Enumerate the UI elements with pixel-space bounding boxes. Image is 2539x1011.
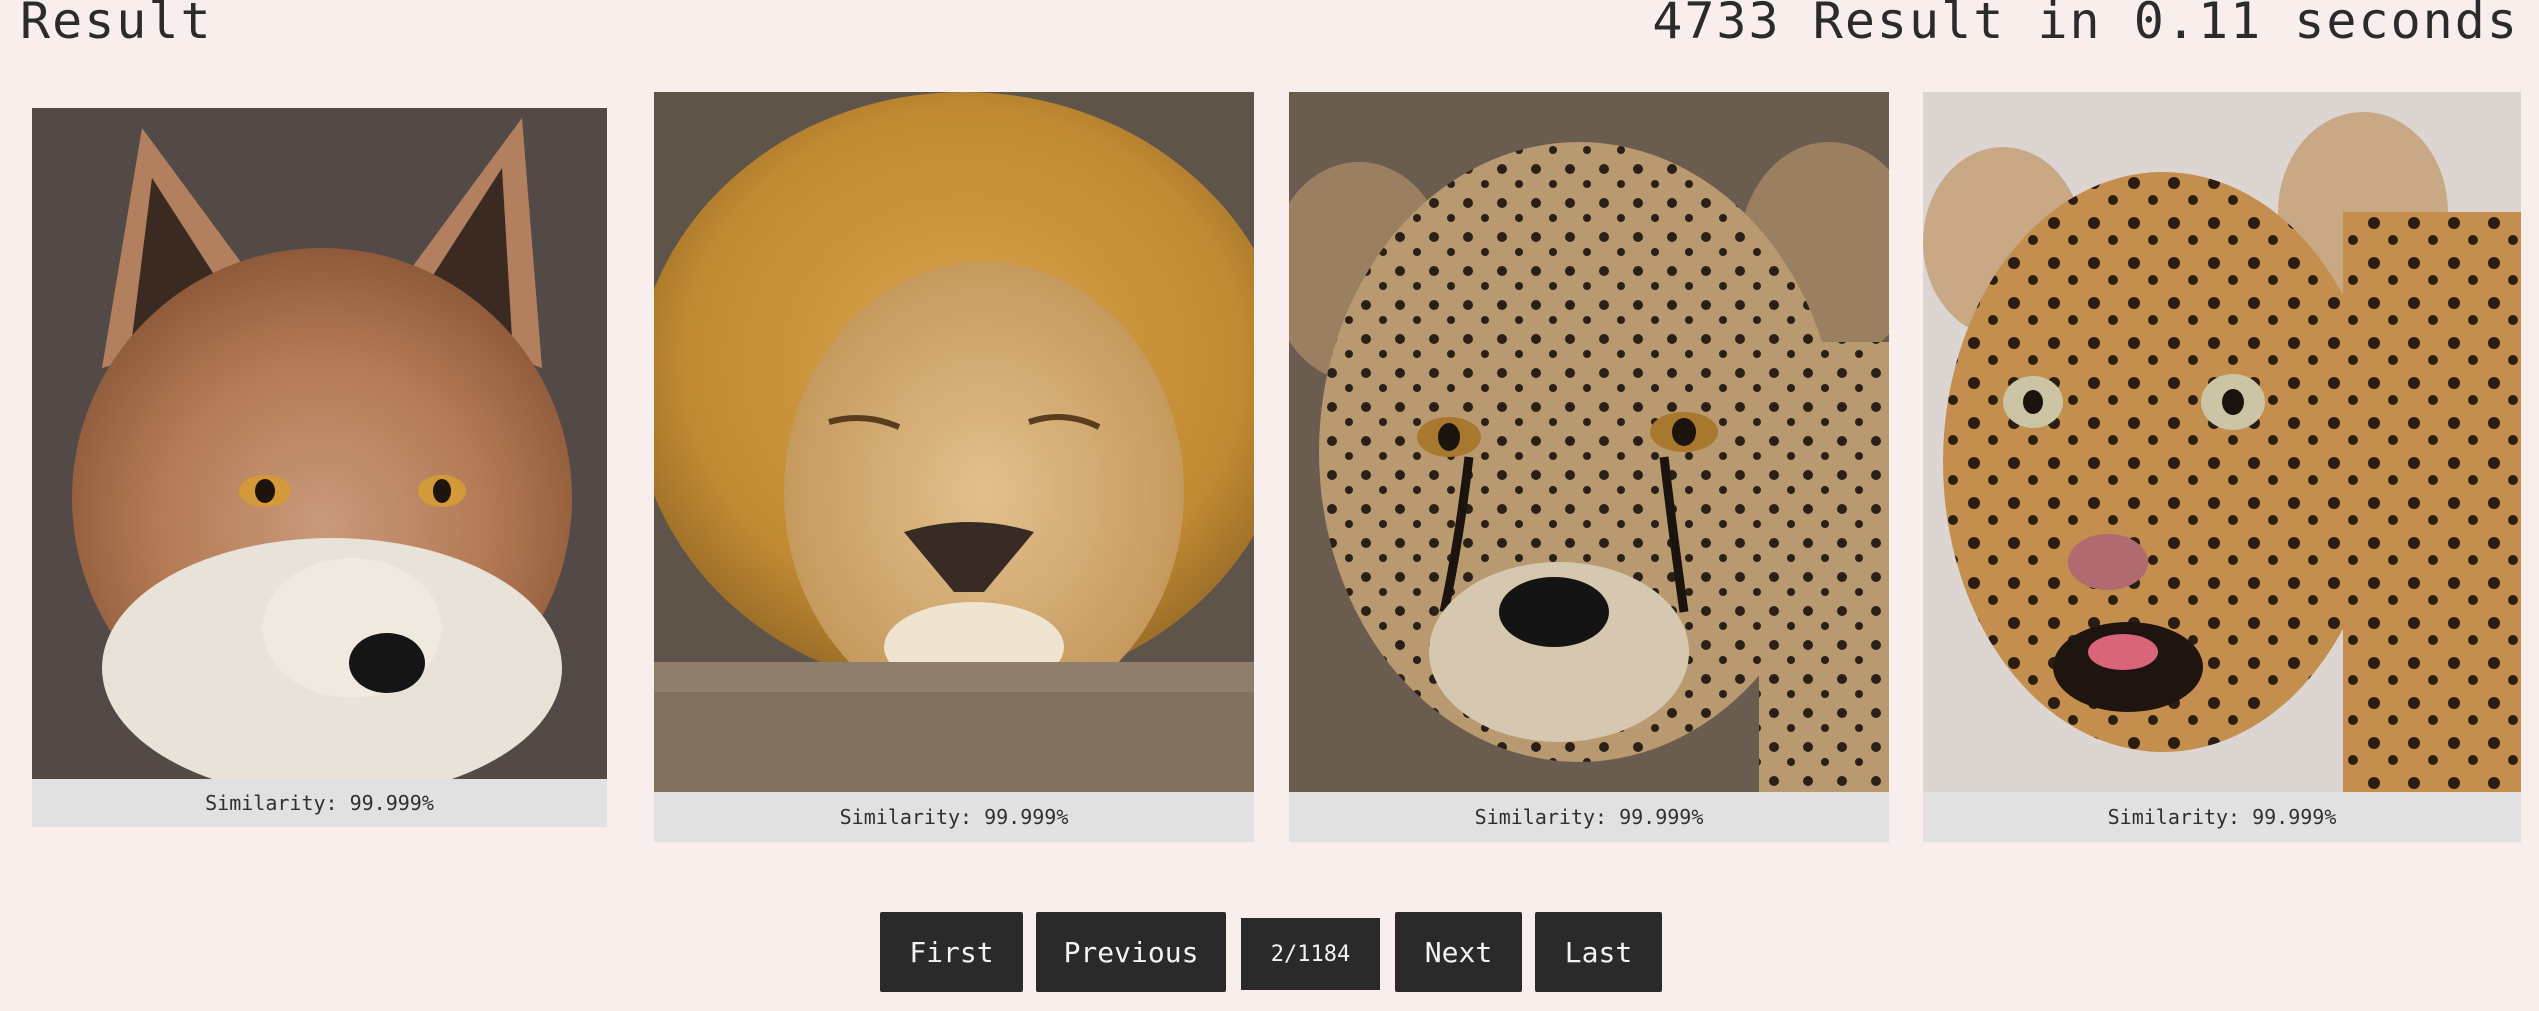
page-indicator: 2/1184 (1241, 918, 1380, 990)
first-page-button[interactable]: First (880, 912, 1023, 992)
cheetah-image[interactable] (1289, 92, 1889, 792)
previous-page-button[interactable]: Previous (1036, 912, 1226, 992)
similarity-caption: Similarity: 99.999% (32, 779, 607, 827)
next-page-button[interactable]: Next (1395, 912, 1522, 992)
page-title: Result (20, 0, 213, 50)
result-stats: 4733 Result in 0.11 seconds (1652, 0, 2519, 50)
result-card[interactable]: Similarity: 99.999% (1923, 92, 2521, 842)
lion-image[interactable] (654, 92, 1254, 792)
leopard-image[interactable] (1923, 92, 2521, 792)
result-card[interactable]: Similarity: 99.999% (32, 108, 607, 827)
similarity-caption: Similarity: 99.999% (1923, 792, 2521, 842)
fox-image[interactable] (32, 108, 607, 779)
last-page-button[interactable]: Last (1535, 912, 1662, 992)
results-page: Result 4733 Result in 0.11 seconds Simil… (0, 0, 2539, 1011)
result-card[interactable]: Similarity: 99.999% (654, 92, 1254, 842)
pagination: First Previous 2/1184 Next Last (0, 912, 2539, 992)
similarity-caption: Similarity: 99.999% (654, 792, 1254, 842)
similarity-caption: Similarity: 99.999% (1289, 792, 1889, 842)
result-card[interactable]: Similarity: 99.999% (1289, 92, 1889, 842)
